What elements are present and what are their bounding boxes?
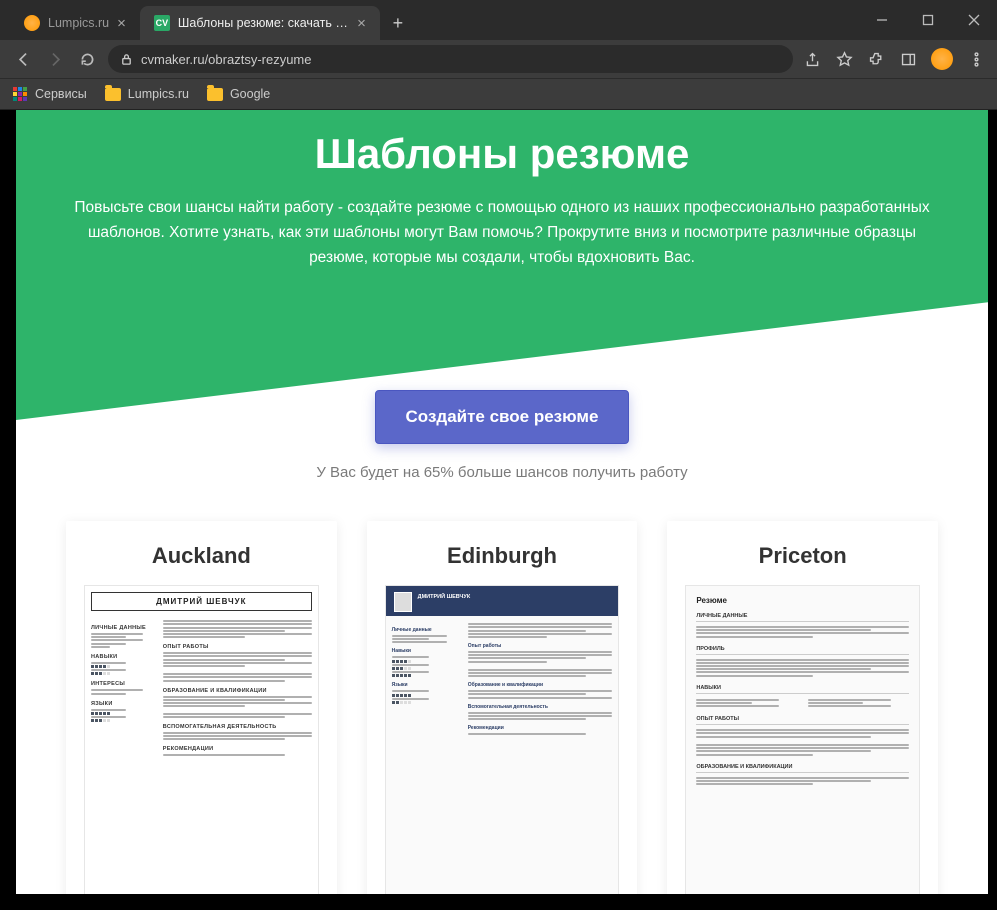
tab-cvmaker[interactable]: CV Шаблоны резюме: скачать обр ×	[140, 6, 380, 40]
tab-title: Lumpics.ru	[48, 16, 109, 30]
menu-icon[interactable]	[967, 50, 985, 68]
bookmark-label: Сервисы	[35, 87, 87, 101]
page-title: Шаблоны резюме	[56, 130, 948, 178]
template-card-edinburgh[interactable]: Edinburgh ДМИТРИЙ ШЕВЧУК Личные данные Н…	[367, 521, 638, 894]
bookmark-label: Google	[230, 87, 270, 101]
hero-section: Шаблоны резюме Повысьте свои шансы найти…	[16, 110, 988, 420]
template-preview: ДМИТРИЙ ШЕВЧУК ЛИЧНЫЕ ДАННЫЕ НАВЫКИ ИНТЕ…	[84, 585, 319, 894]
back-button[interactable]	[12, 48, 34, 70]
maximize-button[interactable]	[905, 0, 951, 40]
reload-button[interactable]	[76, 48, 98, 70]
preview-name: ДМИТРИЙ ШЕВЧУК	[91, 592, 312, 611]
bookmark-google[interactable]: Google	[207, 86, 270, 102]
close-window-button[interactable]	[951, 0, 997, 40]
star-icon[interactable]	[835, 50, 853, 68]
preview-name: Резюме	[696, 596, 909, 605]
template-card-auckland[interactable]: Auckland ДМИТРИЙ ШЕВЧУК ЛИЧНЫЕ ДАННЫЕ НА…	[66, 521, 337, 894]
folder-icon	[105, 86, 121, 102]
template-preview: ДМИТРИЙ ШЕВЧУК Личные данные Навыки Язык…	[385, 585, 620, 894]
cta-section: Создайте свое резюме	[16, 390, 988, 444]
tab-lumpics[interactable]: Lumpics.ru ×	[10, 6, 140, 40]
create-resume-button[interactable]: Создайте свое резюме	[375, 390, 630, 444]
titlebar: Lumpics.ru × CV Шаблоны резюме: скачать …	[0, 0, 997, 40]
toolbar	[0, 40, 997, 78]
template-title: Priceton	[685, 543, 920, 569]
bookmark-services[interactable]: Сервисы	[12, 86, 87, 102]
folder-icon	[207, 86, 223, 102]
templates-grid: Auckland ДМИТРИЙ ШЕВЧУК ЛИЧНЫЕ ДАННЫЕ НА…	[16, 481, 988, 894]
url-input[interactable]	[141, 52, 781, 67]
photo-placeholder-icon	[394, 592, 412, 612]
apps-grid-icon	[12, 86, 28, 102]
profile-avatar[interactable]	[931, 48, 953, 70]
forward-button[interactable]	[44, 48, 66, 70]
minimize-button[interactable]	[859, 0, 905, 40]
bookmark-lumpics[interactable]: Lumpics.ru	[105, 86, 189, 102]
preview-name: ДМИТРИЙ ШЕВЧУК	[418, 594, 471, 600]
template-title: Auckland	[84, 543, 319, 569]
tab-title: Шаблоны резюме: скачать обр	[178, 16, 349, 30]
page-subtitle: Повысьте свои шансы найти работу - созда…	[62, 196, 942, 270]
cv-icon: CV	[154, 15, 170, 31]
share-icon[interactable]	[803, 50, 821, 68]
bookmark-label: Lumpics.ru	[128, 87, 189, 101]
template-preview: Резюме ЛИЧНЫЕ ДАННЫЕ ПРОФИЛЬ НАВЫКИ ОПЫТ…	[685, 585, 920, 894]
close-icon[interactable]: ×	[357, 15, 366, 32]
new-tab-button[interactable]: +	[384, 9, 412, 37]
bookmarks-bar: Сервисы Lumpics.ru Google	[0, 78, 997, 110]
browser-chrome: Lumpics.ru × CV Шаблоны резюме: скачать …	[0, 0, 997, 110]
extensions-icon[interactable]	[867, 50, 885, 68]
orange-circle-icon	[24, 15, 40, 31]
panel-icon[interactable]	[899, 50, 917, 68]
close-icon[interactable]: ×	[117, 15, 126, 32]
template-card-priceton[interactable]: Priceton Резюме ЛИЧНЫЕ ДАННЫЕ ПРОФИЛЬ НА…	[667, 521, 938, 894]
address-bar[interactable]	[108, 45, 793, 73]
page-viewport: Шаблоны резюме Повысьте свои шансы найти…	[16, 110, 988, 894]
lock-icon	[120, 53, 133, 66]
template-title: Edinburgh	[385, 543, 620, 569]
cta-subtext: У Вас будет на 65% больше шансов получит…	[16, 464, 988, 481]
window-controls	[859, 0, 997, 40]
